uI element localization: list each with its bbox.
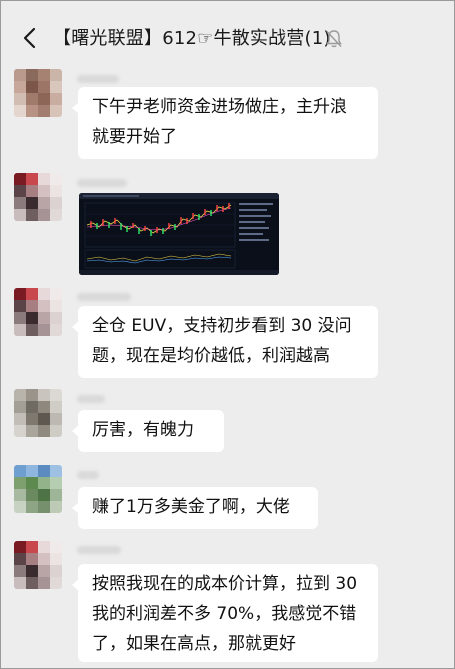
- chevron-left-icon: [23, 27, 36, 49]
- message-text-line: 按照我现在的成本价计算，拉到 30: [92, 574, 358, 594]
- avatar[interactable]: [14, 288, 62, 336]
- mute-bell-icon: [325, 29, 343, 49]
- message-bubble[interactable]: 按照我现在的成本价计算，拉到 30 我的利润差不多 70%，我感觉不错 了，如果…: [72, 564, 378, 662]
- message-text-line: 题，现在是均价越低，利润越高: [92, 346, 330, 366]
- message-bubble[interactable]: 下午尹老师资金进场做庄，主升浪 就要开始了: [72, 87, 378, 159]
- sender-name-blurred: [77, 179, 127, 187]
- message-bubble[interactable]: 赚了1万多美金了啊，大佬: [72, 487, 318, 529]
- sender-name-blurred: [77, 471, 99, 479]
- chat-title: 【曙光联盟】612☞牛散实战营(1): [53, 28, 331, 49]
- message-text-line: 赚了1万多美金了啊，大佬: [92, 497, 290, 517]
- message-text-line: 我的利润差不多 70%，我感觉不错: [92, 604, 357, 624]
- message-text-line: 就要开始了: [92, 127, 177, 147]
- message-text-line: 厉害，有魄力: [92, 420, 194, 440]
- message-text-line: 下午尹老师资金进场做庄，主升浪: [92, 97, 347, 117]
- message-text-line: 了，如果在高点，那就更好: [92, 634, 296, 654]
- stock-chart-thumbnail: [79, 193, 279, 275]
- sender-name-blurred: [77, 293, 131, 301]
- chat-window: 【曙光联盟】612☞牛散实战营(1) 下午尹老师资金进场做庄，主升浪 就要开始了: [0, 0, 455, 669]
- avatar[interactable]: [14, 541, 62, 589]
- message-bubble[interactable]: 厉害，有魄力: [72, 410, 224, 452]
- stock-chart-image[interactable]: [79, 193, 279, 275]
- chat-header: 【曙光联盟】612☞牛散实战营(1): [1, 1, 454, 71]
- message-bubble[interactable]: 全仓 EUV，支持初步看到 30 没问 题，现在是均价越低，利润越高: [72, 306, 378, 378]
- avatar[interactable]: [14, 465, 62, 513]
- sender-name-blurred: [77, 75, 119, 83]
- sender-name-blurred: [77, 395, 105, 403]
- avatar[interactable]: [14, 389, 62, 437]
- sender-name-blurred: [77, 546, 121, 554]
- avatar[interactable]: [14, 173, 62, 221]
- back-button[interactable]: [19, 25, 43, 51]
- avatar[interactable]: [14, 69, 62, 117]
- message-text-line: 全仓 EUV，支持初步看到 30 没问: [92, 316, 352, 336]
